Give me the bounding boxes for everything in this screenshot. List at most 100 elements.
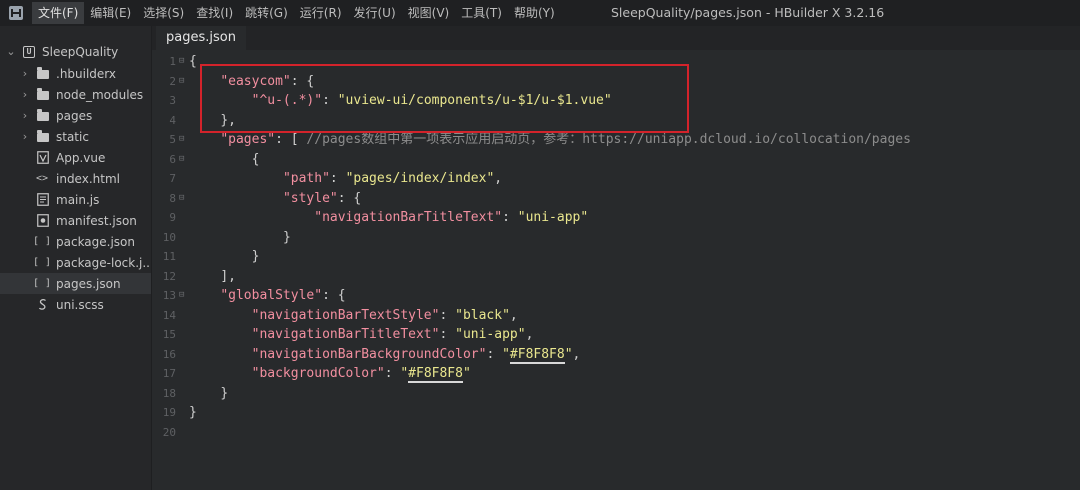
chevron-right-icon[interactable]: › [20,130,30,143]
code-line-11: } [251,249,260,264]
project-explorer: ⌄ U SleepQuality › .hbuilderx › node_mod… [0,26,152,490]
line-number: 6 [169,153,176,166]
line-number: 12 [162,270,176,283]
menu-run[interactable]: 运行(R) [294,2,348,24]
code-line-12: ], [220,269,236,284]
code-line-17: "backgroundColor": "#F8F8F8" [251,366,471,383]
vue-file-icon [36,151,50,165]
folder-icon [36,67,50,81]
code-line-16: "navigationBarBackgroundColor": "#F8F8F8… [251,347,581,364]
html-file-icon: <> [35,173,49,184]
tree-item-pages[interactable]: › pages [0,105,151,126]
tree-item-app-vue[interactable]: App.vue [0,147,151,168]
menu-edit[interactable]: 编辑(E) [84,2,137,24]
window-title: SleepQuality/pages.json - HBuilder X 3.2… [611,5,885,20]
tree-item-label: pages.json [56,276,121,291]
menu-select[interactable]: 选择(S) [137,2,190,24]
tree-item-label: package.json [56,234,136,249]
line-number-gutter: 1 ⊟ 2 ⊟ 3 4 5 ⊟ 6 ⊟ 7 8 ⊟ 9 10 11 12 13 ⊟ 14 1… [152,50,188,490]
tree-item-node-modules[interactable]: › node_modules [0,84,151,105]
menu-bar: 文件(F) 编辑(E) 选择(S) 查找(I) 跳转(G) 运行(R) 发行(U… [32,0,561,26]
scss-file-icon [36,298,50,312]
tree-item-package-json[interactable]: [ ] package.json [0,231,151,252]
menu-file[interactable]: 文件(F) [32,2,85,24]
tree-item-label: node_modules [56,87,144,102]
json-file-icon: [ ] [32,278,52,289]
tree-item-package-lock-json[interactable]: [ ] package-lock.j... [0,252,151,273]
menu-help[interactable]: 帮助(Y) [508,2,561,24]
tree-item-hbuilderx[interactable]: › .hbuilderx [0,63,151,84]
tree-item-label: index.html [56,171,120,186]
menu-find[interactable]: 查找(I) [190,2,239,24]
tree-item-label: manifest.json [56,213,137,228]
line-number: 1 [169,55,176,68]
menu-goto[interactable]: 跳转(G) [239,2,294,24]
tree-item-main-js[interactable]: main.js [0,189,151,210]
tree-item-label: uni.scss [56,297,104,312]
tree-item-label: main.js [56,192,100,207]
line-number: 10 [162,231,176,244]
tree-item-index-html[interactable]: <> index.html [0,168,151,189]
menu-tools[interactable]: 工具(T) [455,2,508,24]
line-number: 4 [169,114,176,127]
tree-item-label: static [56,129,89,144]
code-line-13: "globalStyle": { [220,288,346,303]
json-file-icon: [ ] [32,257,52,268]
annotation-highlight-box [200,64,689,133]
menu-view[interactable]: 视图(V) [402,2,456,24]
fold-icon[interactable]: ⊟ [179,193,184,203]
folder-icon [36,88,50,102]
line-number: 20 [162,426,176,439]
code-line-9: "navigationBarTitleText": "uni-app" [314,210,589,225]
project-name: SleepQuality [42,44,119,59]
code-line-1: { [189,54,197,69]
fold-icon[interactable]: ⊟ [179,290,184,300]
chevron-down-icon[interactable]: ⌄ [6,45,16,58]
line-number: 13 [162,289,176,302]
code-line-7: "path": "pages/index/index", [282,171,503,186]
chevron-right-icon[interactable]: › [20,88,30,101]
tree-item-uni-scss[interactable]: uni.scss [0,294,151,315]
line-number: 7 [169,172,176,185]
editor-tab-bar: pages.json [152,26,1080,50]
title-bar: 文件(F) 编辑(E) 选择(S) 查找(I) 跳转(G) 运行(R) 发行(U… [0,0,1080,26]
code-line-10: } [282,230,291,245]
line-number: 19 [162,406,176,419]
tree-item-manifest-json[interactable]: manifest.json [0,210,151,231]
tree-item-label: pages [56,108,93,123]
tree-item-static[interactable]: › static [0,126,151,147]
code-line-6: { [251,152,260,167]
fold-icon[interactable]: ⊟ [179,76,184,86]
line-number: 9 [169,211,176,224]
code-line-19: } [189,405,197,420]
js-file-icon [36,193,50,207]
code-line-14: "navigationBarTextStyle": "black", [251,308,518,323]
tree-item-pages-json[interactable]: [ ] pages.json [0,273,151,294]
line-number: 18 [162,387,176,400]
code-line-18: } [220,386,229,401]
line-number: 15 [162,328,176,341]
chevron-right-icon[interactable]: › [20,67,30,80]
line-number: 11 [162,250,176,263]
tree-item-label: App.vue [56,150,106,165]
code-line-8: "style": { [282,191,362,206]
hbuilder-logo-icon [6,3,26,23]
fold-icon[interactable]: ⊟ [179,154,184,164]
manifest-file-icon [36,214,50,228]
line-number: 3 [169,94,176,107]
line-number: 17 [162,367,176,380]
line-number: 16 [162,348,176,361]
chevron-right-icon[interactable]: › [20,109,30,122]
code-line-15: "navigationBarTitleText": "uni-app", [251,327,534,342]
tree-item-label: .hbuilderx [56,66,117,81]
tab-pages-json[interactable]: pages.json [156,26,246,50]
folder-icon [36,130,50,144]
folder-icon [36,109,50,123]
menu-publish[interactable]: 发行(U) [348,2,402,24]
code-line-5: "pages": [ //pages数组中第一项表示应用启动页，参考：https… [220,132,911,147]
fold-icon[interactable]: ⊟ [179,56,184,66]
project-root[interactable]: ⌄ U SleepQuality [0,41,151,62]
project-icon: U [22,45,36,59]
fold-icon[interactable]: ⊟ [179,134,184,144]
line-number: 8 [169,192,176,205]
